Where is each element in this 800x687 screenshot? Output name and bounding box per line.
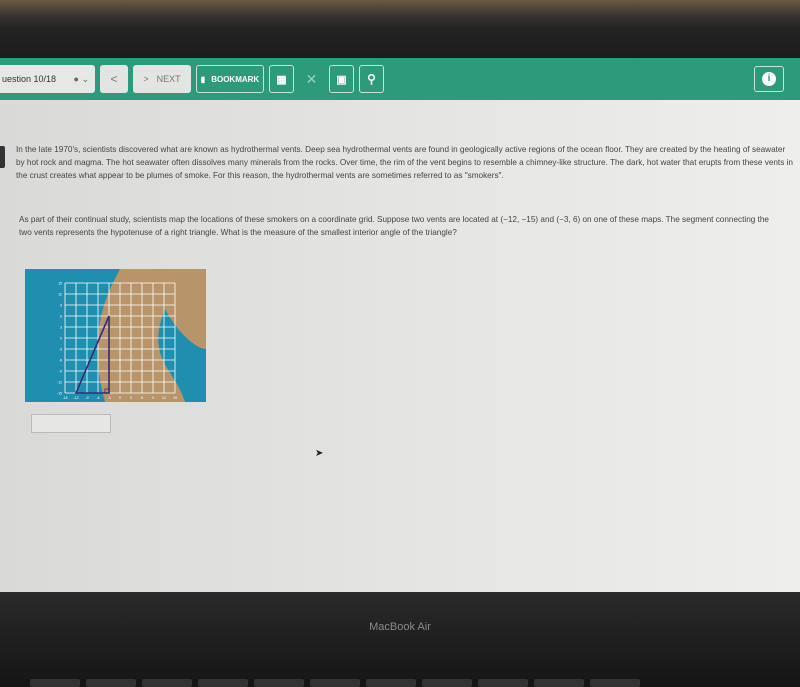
x-tick-label: -6 <box>96 396 99 400</box>
answer-input[interactable] <box>31 414 111 433</box>
y-tick-label: 15 <box>58 282 62 286</box>
x-tick-label: 6 <box>141 396 143 400</box>
bookmark-label: BOOKMARK <box>211 74 260 84</box>
passage-marker <box>0 146 5 168</box>
passage-text: In the late 1970's, scientists discovere… <box>16 145 793 180</box>
toolbar: uestion 10/18 ● ⌄ < > NEXT ▮ BOOKMARK ▦ ✕ … <box>0 58 800 100</box>
x-tick-label: -12 <box>73 396 78 400</box>
info-button[interactable]: i <box>754 66 784 92</box>
x-tick-label: -15 <box>62 396 67 400</box>
mouse-cursor-icon: ➤ <box>315 448 324 459</box>
chevron-right-icon: > <box>143 74 149 84</box>
calculator-icon: ▣ <box>336 73 347 86</box>
grid-button[interactable]: ▦ <box>269 65 294 93</box>
bookmark-icon: ▮ <box>200 74 206 84</box>
chevron-left-icon: < <box>110 72 118 86</box>
x-tick-label: 12 <box>162 396 166 400</box>
x-tick-label: -9 <box>85 396 88 400</box>
question-selector[interactable]: uestion 10/18 ● ⌄ <box>0 65 95 93</box>
keyboard-row <box>0 679 800 687</box>
y-tick-label: 12 <box>58 293 62 297</box>
flag-dropdown-icon: ● ⌄ <box>73 73 89 84</box>
grid-icon: ▦ <box>276 73 287 86</box>
x-tick-label: 9 <box>152 396 154 400</box>
y-tick-label: 9 <box>60 304 62 308</box>
bezel-top <box>0 0 800 60</box>
question-text: As part of their continual study, scient… <box>19 215 769 237</box>
y-tick-label: -6 <box>59 359 62 363</box>
calculator-button[interactable]: ▣ <box>329 65 354 93</box>
y-tick-label: 6 <box>60 315 62 319</box>
coordinate-grid-figure: -15 -12 -9 -6 -3 0 3 6 9 12 15 15 12 9 6 3 0 -3 -6 -9 -12 -15 <box>25 269 206 402</box>
x-tick-label: 3 <box>130 396 132 400</box>
bookmark-button[interactable]: ▮ BOOKMARK <box>196 65 264 93</box>
y-tick-label: 3 <box>60 326 62 330</box>
x-tick-label: 0 <box>119 396 121 400</box>
y-tick-label: -12 <box>57 381 62 385</box>
next-button[interactable]: > NEXT <box>133 65 191 93</box>
y-tick-label: 0 <box>60 337 62 341</box>
x-tick-label: 15 <box>173 396 177 400</box>
search-icon: ⚲ <box>367 72 376 86</box>
next-label: NEXT <box>156 74 181 84</box>
bezel-bottom <box>0 592 800 687</box>
close-button[interactable]: ✕ <box>299 65 324 93</box>
y-tick-label: -15 <box>57 392 62 396</box>
previous-button[interactable]: < <box>100 65 128 93</box>
device-label: MacBook Air <box>369 621 431 633</box>
y-tick-label: -3 <box>59 348 62 352</box>
search-button[interactable]: ⚲ <box>359 65 384 93</box>
question-label: uestion 10/18 <box>2 74 57 84</box>
close-icon: ✕ <box>305 70 318 87</box>
y-tick-label: -9 <box>59 370 62 374</box>
x-tick-label: -3 <box>107 396 110 400</box>
info-icon: i <box>762 72 776 86</box>
